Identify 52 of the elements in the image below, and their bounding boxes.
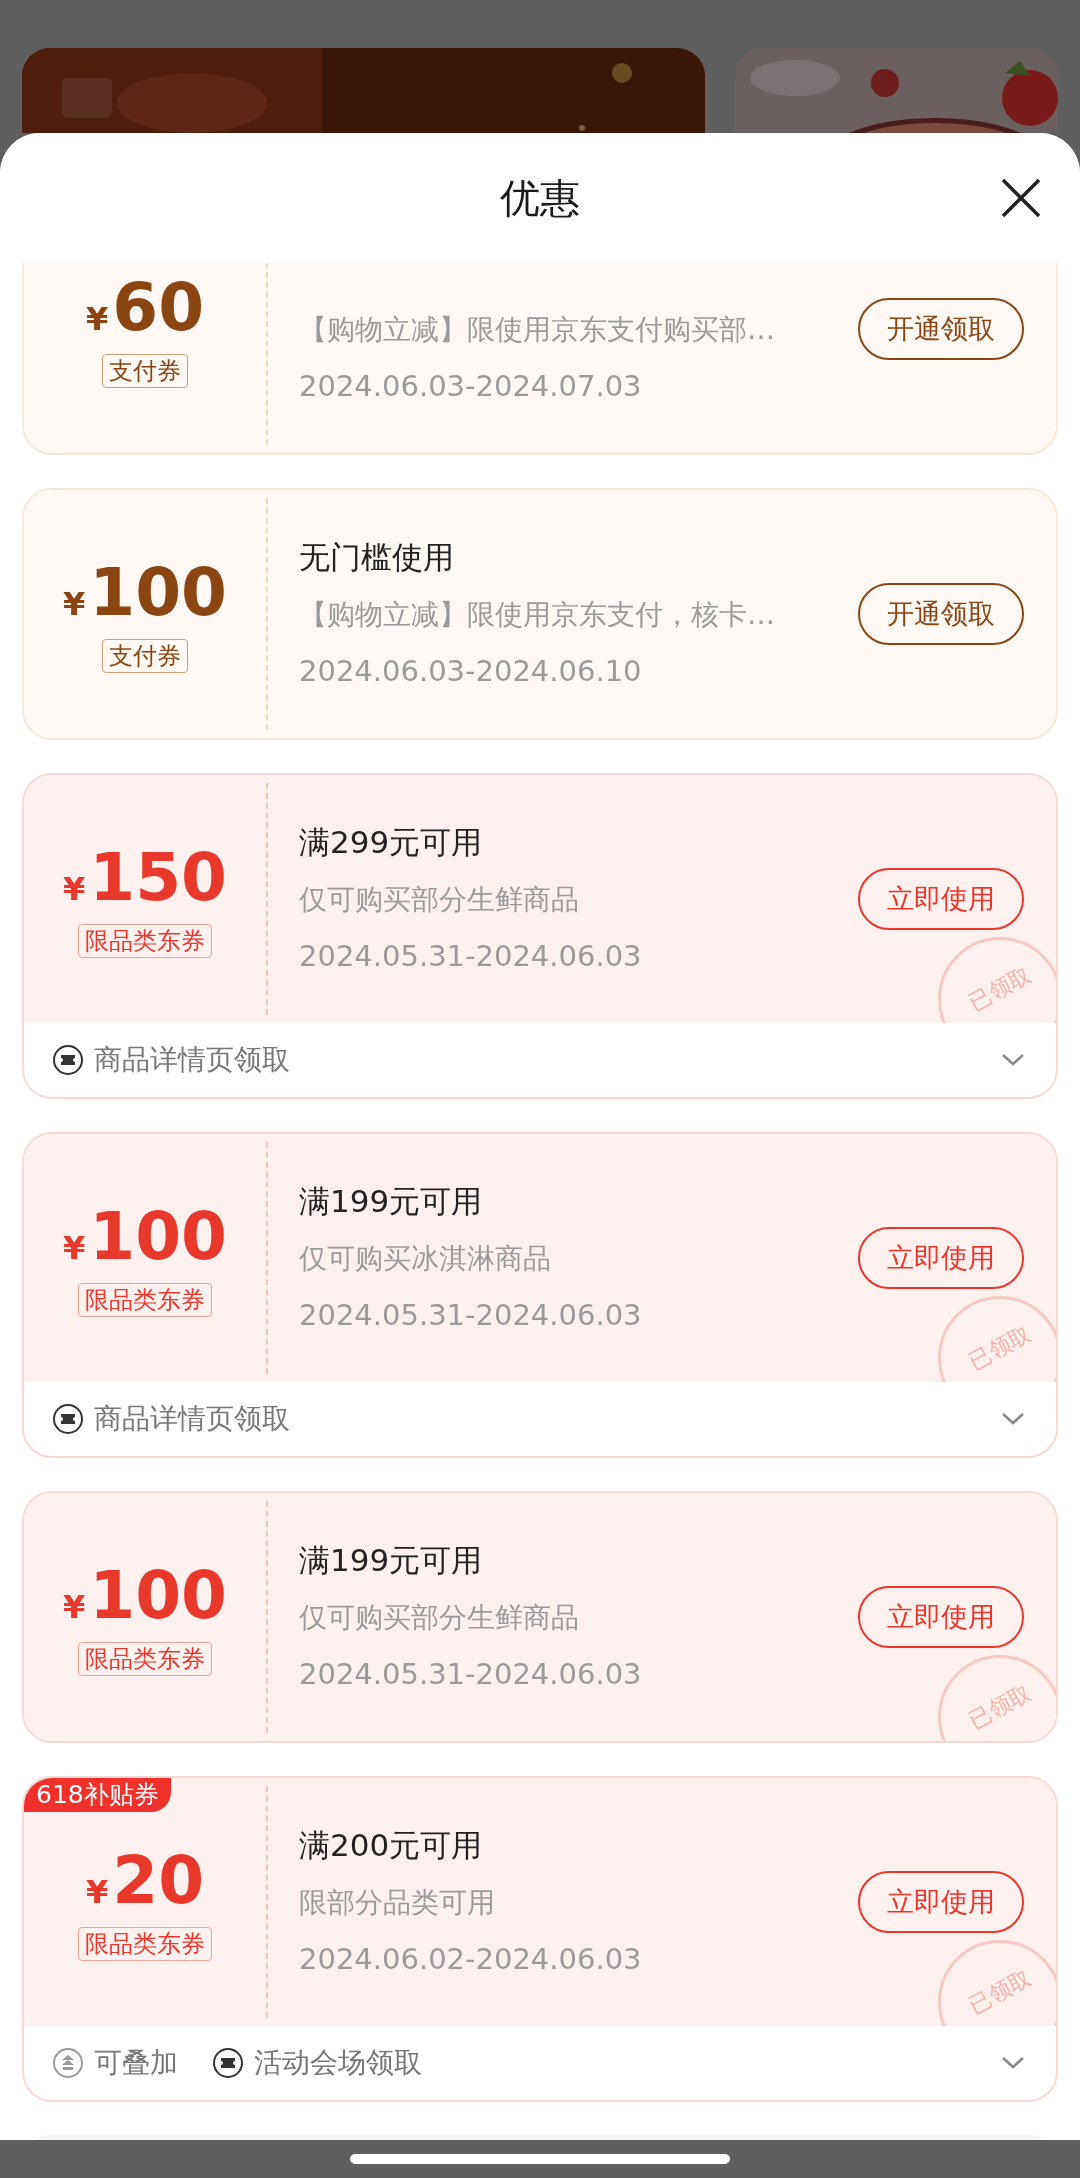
chevron-down-icon[interactable] [1000,1052,1026,1068]
coupon-amount: ¥100 [62,1558,227,1634]
coupon-validity: 2024.05.31-2024.06.03 [299,1296,643,1334]
coupon-type-tag: 支付券 [102,354,188,388]
coupon-action-button[interactable]: 立即使用 [858,868,1024,930]
coupon-description: 仅可购买部分生鲜商品 [299,1599,580,1636]
coupon-type-tag: 限品类东券 [78,1283,212,1317]
coupon-title: 满199元可用 [299,1540,484,1580]
claimed-stamp: 已领取 [938,1940,1056,2026]
coupon-action-button[interactable]: 开通领取 [858,298,1024,360]
coupon-amount: ¥20 [85,1843,205,1919]
ticket-icon [52,1044,84,1076]
coupon-validity: 2024.05.31-2024.06.03 [299,1655,643,1693]
coupon-validity: 2024.06.03-2024.07.03 [299,367,643,405]
coupon-amount: ¥100 [62,555,227,631]
coupon-type-tag: 限品类东券 [78,1927,212,1961]
close-icon[interactable] [1000,177,1042,219]
coupon-title: 满200元可用 [299,1825,484,1865]
chevron-down-icon[interactable] [1000,1411,1026,1427]
subsidy-badge: 618补贴券 [24,1778,171,1812]
ticket-icon [52,1403,84,1435]
coupon-description: 限部分品类可用 [299,1884,496,1921]
coupon-amount: ¥100 [62,1199,227,1275]
coupon-title: 无门槛使用 [299,537,455,577]
coupon-action-button[interactable]: 立即使用 [858,1227,1024,1289]
coupon-description: 仅可购买部分生鲜商品 [299,881,580,918]
coupon-description: 【购物立减】限使用京东支付购买部… [299,311,776,348]
coupon-validity: 2024.06.02-2024.06.03 [299,1940,643,1978]
claimed-stamp: 已领取 [938,1296,1056,1382]
coupon-type-tag: 限品类东券 [78,1642,212,1676]
coupon-amount: ¥60 [85,270,205,346]
coupon-source-text: 商品详情页领取 [94,1042,290,1078]
coupon-source-text: 商品详情页领取 [94,1401,290,1437]
coupon-description: 仅可购买冰淇淋商品 [299,1240,552,1277]
coupon-validity: 2024.05.31-2024.06.03 [299,937,643,975]
coupon-validity: 2024.06.03-2024.06.10 [299,652,643,690]
ticket-icon [212,2047,244,2079]
coupon-source-text: 活动会场领取 [254,2045,422,2081]
coupon-title: 满199元可用 [299,1181,484,1221]
stack-icon [52,2047,84,2079]
coupon-type-tag: 支付券 [102,639,188,673]
coupon-action-button[interactable]: 开通领取 [858,583,1024,645]
claimed-stamp: 已领取 [938,937,1056,1023]
coupon-action-button[interactable]: 立即使用 [858,1871,1024,1933]
coupon-title: 满299元可用 [299,822,484,862]
sheet-title: 优惠 [500,173,580,223]
coupon-description: 【购物立减】限使用京东支付，核卡… [299,596,776,633]
coupon-type-tag: 限品类东券 [78,924,212,958]
coupon-action-button[interactable]: 立即使用 [858,1586,1024,1648]
chevron-down-icon[interactable] [1000,2055,1026,2071]
coupon-source-text: 可叠加 [94,2045,178,2081]
coupon-amount: ¥150 [62,840,227,916]
